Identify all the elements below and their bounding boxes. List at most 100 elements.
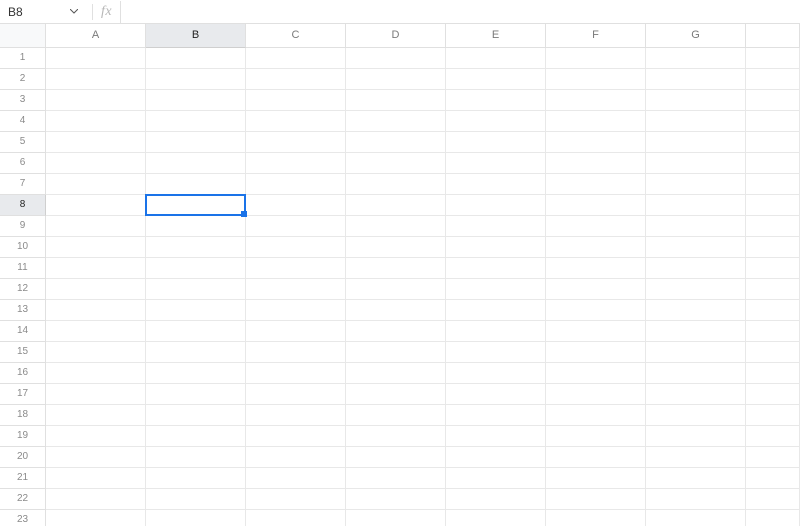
cell[interactable] bbox=[646, 216, 746, 237]
row-header[interactable]: 4 bbox=[0, 111, 46, 132]
cell[interactable] bbox=[146, 132, 246, 153]
cell[interactable] bbox=[346, 510, 446, 526]
cell[interactable] bbox=[446, 69, 546, 90]
spreadsheet-grid[interactable]: ABCDEFG 12345678910111213141516171819202… bbox=[0, 24, 800, 526]
row-header[interactable]: 23 bbox=[0, 510, 46, 526]
cell[interactable] bbox=[746, 216, 800, 237]
row-header[interactable]: 7 bbox=[0, 174, 46, 195]
column-header[interactable]: B bbox=[146, 24, 246, 48]
cell[interactable] bbox=[46, 153, 146, 174]
cell[interactable] bbox=[346, 90, 446, 111]
cell[interactable] bbox=[746, 405, 800, 426]
row-header[interactable]: 22 bbox=[0, 489, 46, 510]
cell[interactable] bbox=[646, 300, 746, 321]
cell[interactable] bbox=[646, 132, 746, 153]
cell[interactable] bbox=[446, 132, 546, 153]
cell[interactable] bbox=[746, 426, 800, 447]
cell[interactable] bbox=[46, 447, 146, 468]
cell[interactable] bbox=[346, 195, 446, 216]
cell[interactable] bbox=[646, 111, 746, 132]
cell[interactable] bbox=[746, 90, 800, 111]
cell[interactable] bbox=[746, 489, 800, 510]
cell[interactable] bbox=[46, 489, 146, 510]
cell[interactable] bbox=[346, 300, 446, 321]
cell[interactable] bbox=[246, 384, 346, 405]
cell[interactable] bbox=[446, 111, 546, 132]
row-header[interactable]: 5 bbox=[0, 132, 46, 153]
cell[interactable] bbox=[646, 405, 746, 426]
cell[interactable] bbox=[46, 195, 146, 216]
cell[interactable] bbox=[746, 258, 800, 279]
cell[interactable] bbox=[246, 132, 346, 153]
cell[interactable] bbox=[146, 174, 246, 195]
cell[interactable] bbox=[46, 300, 146, 321]
cell[interactable] bbox=[546, 69, 646, 90]
cell[interactable] bbox=[146, 510, 246, 526]
cell[interactable] bbox=[46, 321, 146, 342]
cell[interactable] bbox=[146, 426, 246, 447]
cell[interactable] bbox=[546, 258, 646, 279]
cell[interactable] bbox=[146, 447, 246, 468]
cell[interactable] bbox=[146, 342, 246, 363]
cell[interactable] bbox=[446, 468, 546, 489]
cell[interactable] bbox=[46, 132, 146, 153]
cell[interactable] bbox=[346, 69, 446, 90]
cell[interactable] bbox=[646, 468, 746, 489]
row-header[interactable]: 20 bbox=[0, 447, 46, 468]
cell[interactable] bbox=[146, 279, 246, 300]
cell[interactable] bbox=[46, 363, 146, 384]
cell[interactable] bbox=[346, 468, 446, 489]
cell[interactable] bbox=[646, 279, 746, 300]
cell[interactable] bbox=[746, 195, 800, 216]
cell[interactable] bbox=[246, 342, 346, 363]
cell[interactable] bbox=[46, 48, 146, 69]
cell[interactable] bbox=[346, 489, 446, 510]
row-header[interactable]: 10 bbox=[0, 237, 46, 258]
row-header[interactable]: 21 bbox=[0, 468, 46, 489]
chevron-down-icon[interactable] bbox=[70, 9, 78, 14]
cell[interactable] bbox=[546, 153, 646, 174]
select-all-corner[interactable] bbox=[0, 24, 46, 48]
cell[interactable] bbox=[346, 48, 446, 69]
cell[interactable] bbox=[446, 174, 546, 195]
name-box[interactable] bbox=[6, 0, 84, 23]
row-header[interactable]: 18 bbox=[0, 405, 46, 426]
column-header[interactable]: E bbox=[446, 24, 546, 48]
cell[interactable] bbox=[246, 48, 346, 69]
cell[interactable] bbox=[46, 237, 146, 258]
cell[interactable] bbox=[246, 153, 346, 174]
cell[interactable] bbox=[546, 363, 646, 384]
cell[interactable] bbox=[146, 111, 246, 132]
cell[interactable] bbox=[46, 174, 146, 195]
cell[interactable] bbox=[346, 216, 446, 237]
cell[interactable] bbox=[546, 510, 646, 526]
cell[interactable] bbox=[746, 237, 800, 258]
cell[interactable] bbox=[146, 69, 246, 90]
cell[interactable] bbox=[446, 237, 546, 258]
cell[interactable] bbox=[146, 300, 246, 321]
cell[interactable] bbox=[546, 279, 646, 300]
cell[interactable] bbox=[46, 510, 146, 526]
cell[interactable] bbox=[746, 279, 800, 300]
cell[interactable] bbox=[446, 195, 546, 216]
row-header[interactable]: 11 bbox=[0, 258, 46, 279]
cell[interactable] bbox=[46, 111, 146, 132]
cell[interactable] bbox=[146, 489, 246, 510]
cell[interactable] bbox=[346, 426, 446, 447]
cell[interactable] bbox=[146, 48, 246, 69]
cell[interactable] bbox=[46, 279, 146, 300]
cell[interactable] bbox=[246, 447, 346, 468]
cell[interactable] bbox=[746, 363, 800, 384]
cell[interactable] bbox=[546, 384, 646, 405]
cell[interactable] bbox=[546, 426, 646, 447]
cell[interactable] bbox=[646, 174, 746, 195]
cell[interactable] bbox=[646, 363, 746, 384]
column-header[interactable] bbox=[746, 24, 800, 48]
cell[interactable] bbox=[146, 90, 246, 111]
cell[interactable] bbox=[546, 216, 646, 237]
cell[interactable] bbox=[546, 489, 646, 510]
cell[interactable] bbox=[46, 405, 146, 426]
row-header[interactable]: 9 bbox=[0, 216, 46, 237]
cell[interactable] bbox=[146, 468, 246, 489]
cell[interactable] bbox=[146, 363, 246, 384]
